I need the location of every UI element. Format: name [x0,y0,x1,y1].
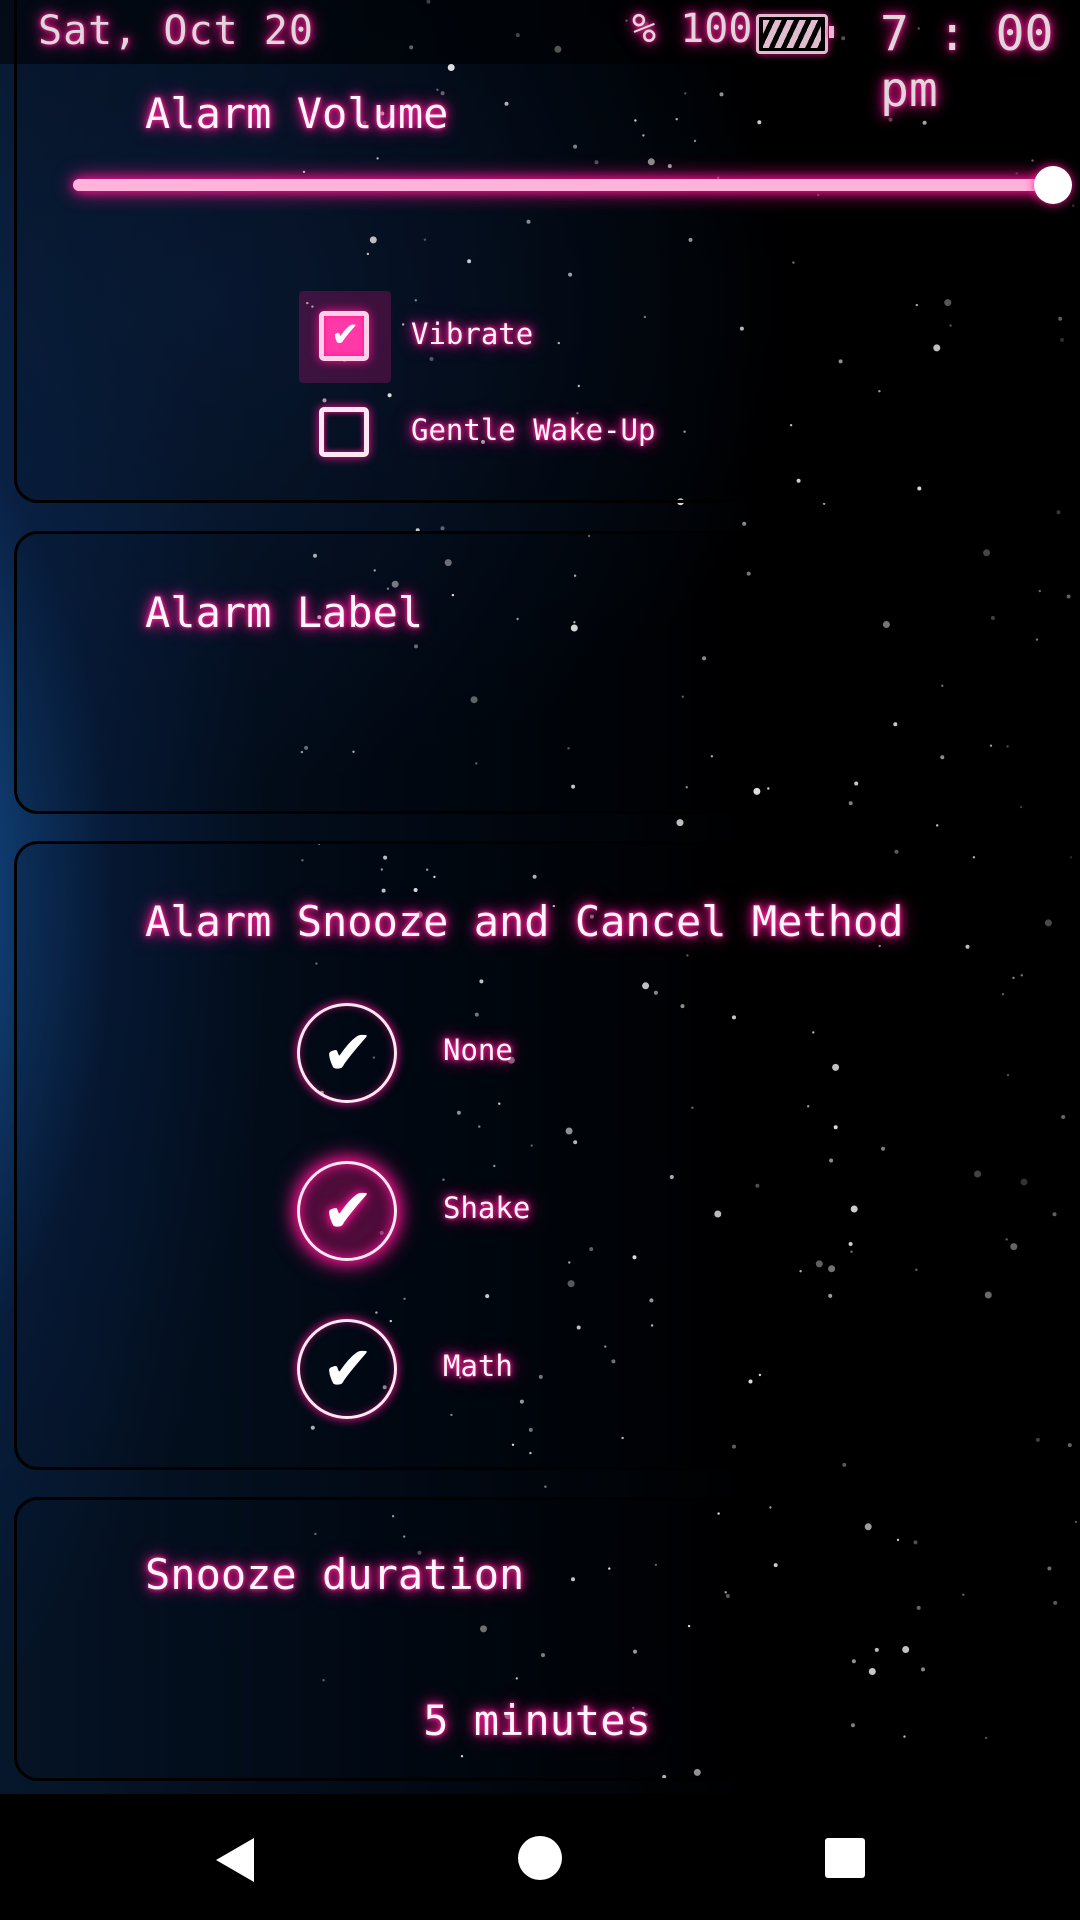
home-circle-icon[interactable] [518,1836,562,1880]
checkmark-icon: ✔ [322,1016,374,1089]
math-label: Math [443,1349,513,1383]
snooze-option-none[interactable]: ✔ None [297,1003,897,1107]
none-label: None [443,1033,513,1067]
math-radio[interactable]: ✔ [297,1319,397,1419]
snooze-duration-value[interactable]: 5 minutes [17,1696,1057,1745]
shake-label: Shake [443,1191,531,1225]
checkmark-icon: ✔ [331,315,360,355]
navigation-bar [0,1794,1080,1920]
gentle-wake-up-checkbox[interactable] [319,407,369,457]
snooze-option-shake[interactable]: ✔ Shake [297,1161,897,1265]
snooze-option-math[interactable]: ✔ Math [297,1319,897,1423]
checkmark-icon: ✔ [322,1174,374,1247]
gentle-wake-up-label: Gentle Wake-Up [411,413,656,447]
alarm-volume-slider-fill [73,179,1053,191]
checkmark-icon: ✔ [322,1332,374,1405]
gentle-wake-up-option[interactable]: Gentle Wake-Up [299,387,899,479]
back-triangle-icon[interactable] [216,1838,254,1882]
alarm-label-title: Alarm Label [145,588,424,637]
snooze-cancel-title: Alarm Snooze and Cancel Method [145,897,904,946]
recents-square-icon[interactable] [825,1838,865,1878]
star [544,1485,547,1488]
snooze-duration-title: Snooze duration [145,1550,525,1599]
alarm-volume-title: Alarm Volume [145,89,449,138]
shake-radio[interactable]: ✔ [297,1161,397,1261]
snooze-duration-card[interactable]: Snooze duration 5 minutes [14,1497,1080,1781]
vibrate-checkbox[interactable]: ✔ [319,311,369,361]
vibrate-label: Vibrate [411,317,534,351]
alarm-label-card[interactable]: Alarm Label [14,531,1080,814]
alarm-volume-slider[interactable] [73,179,1053,191]
star [742,521,747,526]
star [440,526,445,531]
snooze-cancel-card: Alarm Snooze and Cancel Method ✔ None ✔ … [14,841,1080,1470]
alarm-volume-slider-thumb[interactable] [1034,166,1072,204]
star [676,819,684,827]
vibrate-option[interactable]: ✔ Vibrate [299,291,899,383]
alarm-volume-card: Alarm Volume ✔ Vibrate Gentle Wake-Up [14,0,1080,503]
none-radio[interactable]: ✔ [297,1003,397,1103]
star [936,824,939,827]
star [1056,510,1061,515]
